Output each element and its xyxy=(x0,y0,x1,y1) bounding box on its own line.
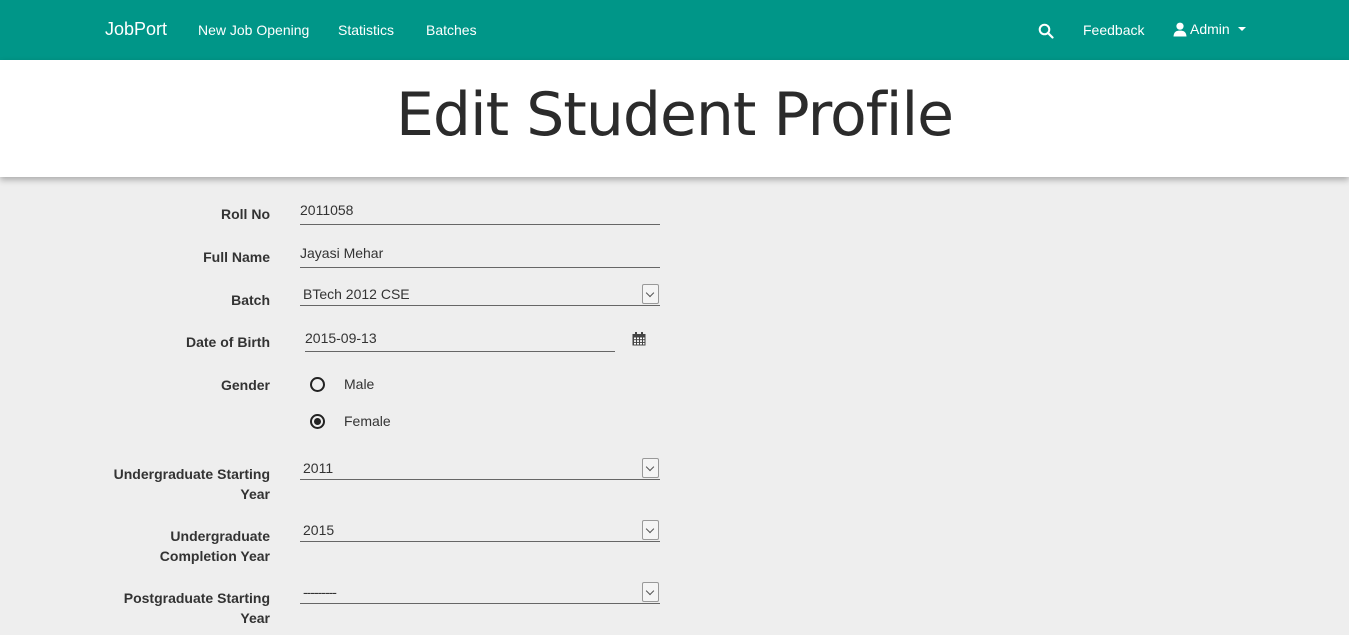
nav-new-job-opening[interactable]: New Job Opening xyxy=(198,22,309,38)
pg-start-select[interactable]: --------- xyxy=(300,581,660,604)
chevron-down-icon[interactable] xyxy=(642,582,659,602)
ug-start-value: 2011 xyxy=(303,460,334,476)
radio-male[interactable] xyxy=(310,376,325,392)
search-icon[interactable] xyxy=(1038,23,1054,39)
nav-statistics[interactable]: Statistics xyxy=(338,22,394,38)
batch-select-value: BTech 2012 CSE xyxy=(303,286,410,302)
dob-label: Date of Birth xyxy=(186,334,270,350)
page-header: Edit Student Profile xyxy=(0,60,1349,177)
pg-start-value: --------- xyxy=(303,584,337,600)
ug-start-label-line1: Undergraduate Starting xyxy=(113,466,270,482)
chevron-down-icon[interactable] xyxy=(642,284,659,304)
nav-feedback[interactable]: Feedback xyxy=(1083,22,1144,38)
batch-select[interactable]: BTech 2012 CSE xyxy=(300,283,660,306)
ug-start-select[interactable]: 2011 xyxy=(300,457,660,480)
calendar-icon[interactable] xyxy=(632,332,646,346)
ug-end-label-line2: Completion Year xyxy=(159,548,270,564)
ug-end-select[interactable]: 2015 xyxy=(300,519,660,542)
roll-no-label: Roll No xyxy=(221,206,270,222)
ug-end-label-line1: Undergraduate xyxy=(170,528,270,544)
batch-label: Batch xyxy=(231,292,270,308)
caret-down-icon xyxy=(1237,27,1246,31)
admin-dropdown[interactable]: Admin xyxy=(1173,21,1246,37)
user-icon xyxy=(1173,22,1187,36)
navbar: JobPort New Job Opening Statistics Batch… xyxy=(0,0,1349,60)
ug-end-value: 2015 xyxy=(303,522,335,538)
pg-start-label-line1: Postgraduate Starting xyxy=(123,590,270,606)
chevron-down-icon[interactable] xyxy=(642,520,659,540)
full-name-input[interactable]: Jayasi Mehar xyxy=(300,242,660,268)
gender-female-label: Female xyxy=(344,413,391,429)
ug-start-label: Undergraduate Starting Year xyxy=(114,464,270,504)
radio-female[interactable] xyxy=(310,413,325,429)
dob-input[interactable]: 2015-09-13 xyxy=(305,326,615,352)
ug-end-label: Undergraduate Completion Year xyxy=(160,526,270,566)
brand-link[interactable]: JobPort xyxy=(105,19,167,40)
pg-start-label-line2: Year xyxy=(240,610,270,626)
gender-option-male[interactable]: Male xyxy=(310,376,374,392)
chevron-down-icon[interactable] xyxy=(642,458,659,478)
nav-batches[interactable]: Batches xyxy=(426,22,477,38)
gender-label: Gender xyxy=(220,377,270,393)
ug-start-label-line2: Year xyxy=(240,486,270,502)
full-name-label: Full Name xyxy=(203,249,270,265)
gender-option-female[interactable]: Female xyxy=(310,413,391,429)
gender-male-label: Male xyxy=(344,376,375,392)
roll-no-input[interactable]: 2011058 xyxy=(300,199,660,225)
page-title: Edit Student Profile xyxy=(395,80,954,150)
admin-label: Admin xyxy=(1190,21,1230,37)
pg-start-label: Postgraduate Starting Year xyxy=(124,588,270,628)
